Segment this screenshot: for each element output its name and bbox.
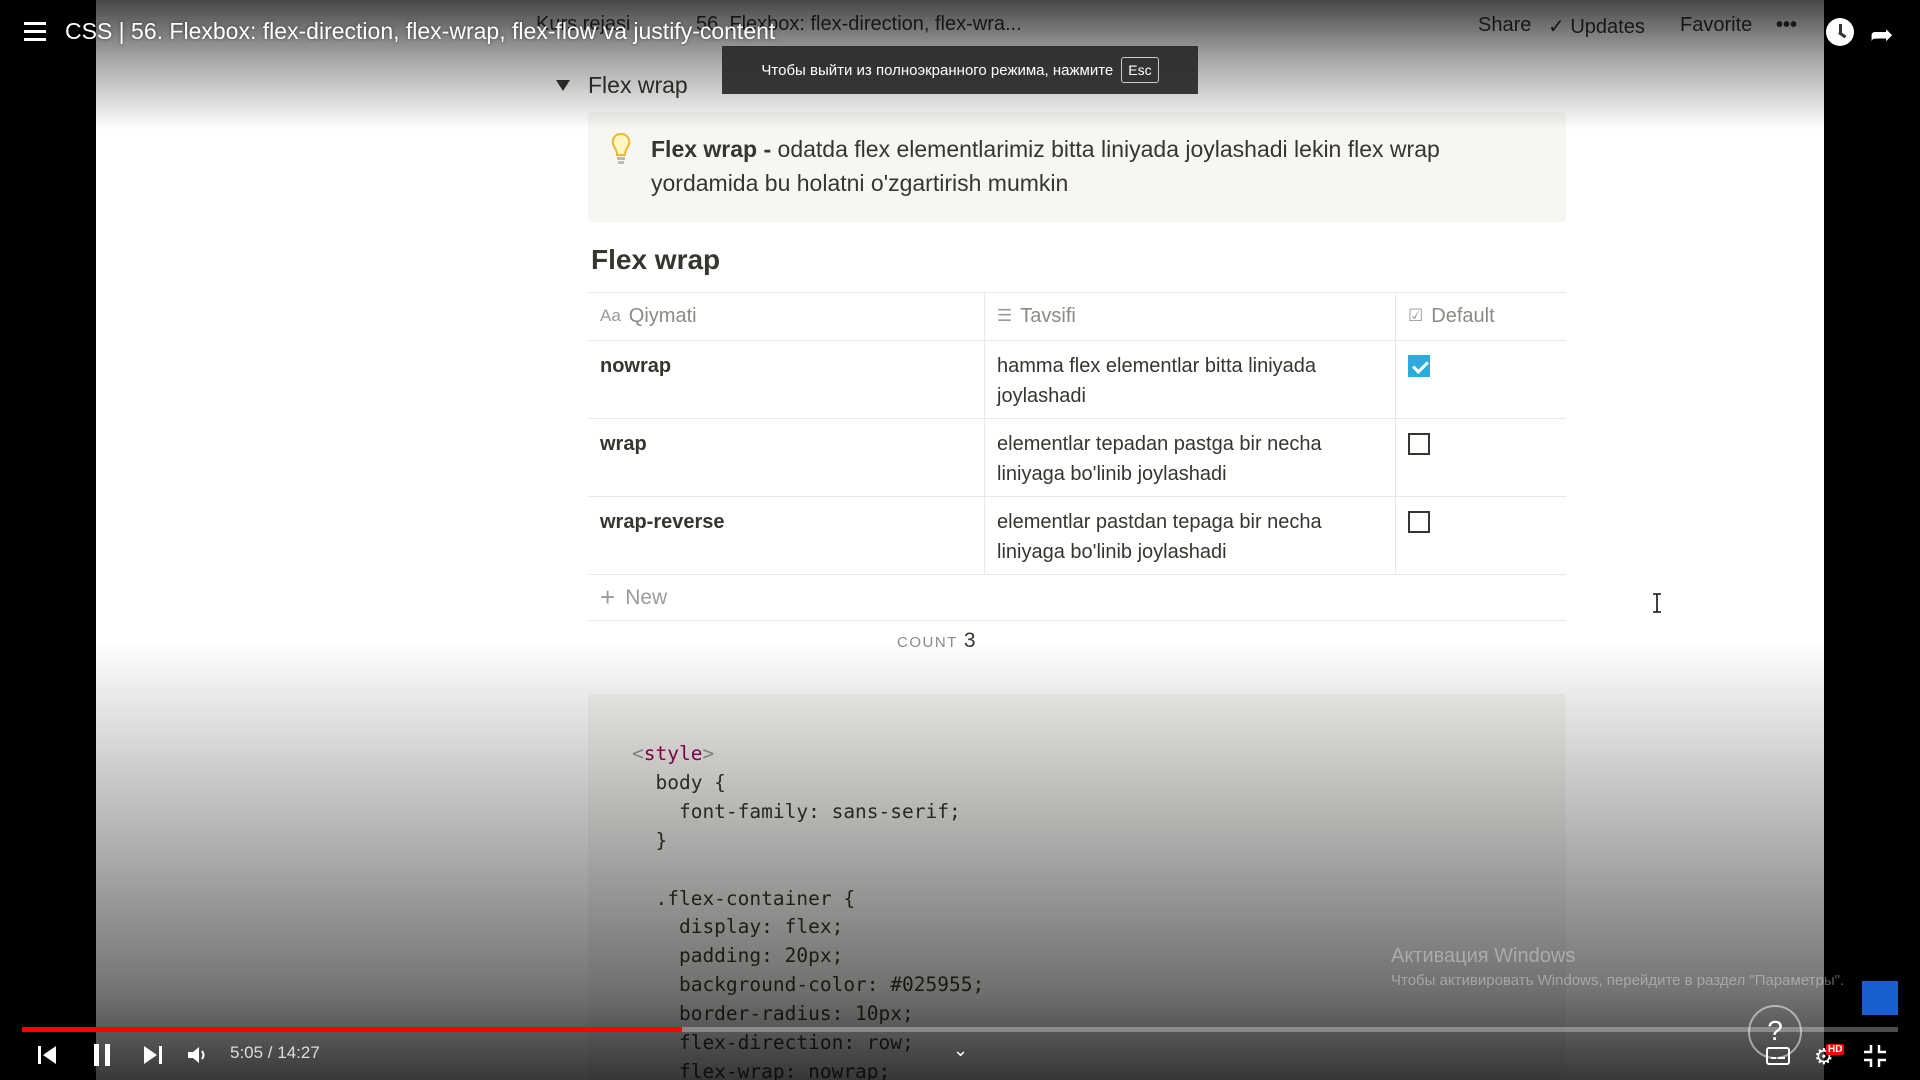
lines-icon: ☰ — [997, 305, 1013, 325]
code-line: background-color: #025955; — [632, 973, 985, 997]
fullscreen-notice-text: Чтобы выйти из полноэкранного режима, на… — [761, 61, 1114, 79]
activation-subtitle: Чтобы активировать Windows, перейдите в … — [1391, 972, 1845, 989]
count-value: 3 — [963, 629, 976, 652]
table-row[interactable]: wrap-reverse elementlar pastdan tepaga b… — [588, 497, 1566, 575]
next-icon[interactable] — [142, 1046, 162, 1064]
more-icon[interactable]: ••• — [1776, 14, 1797, 37]
code-line: body { — [632, 770, 726, 794]
notion-page: Kurs rejasi 56. Flexbox: flex-direction,… — [96, 0, 1824, 1080]
check-icon: ✓ — [1548, 16, 1571, 38]
count-label: COUNT — [897, 634, 958, 651]
checkbox-unchecked[interactable] — [1408, 511, 1430, 533]
database-title[interactable]: Flex wrap — [591, 244, 720, 276]
cell-value[interactable]: wrap-reverse — [588, 497, 985, 574]
code-punct: < — [632, 742, 644, 765]
cell-value[interactable]: nowrap — [588, 341, 985, 418]
windows-activation-watermark: Активация Windows Чтобы активировать Win… — [1391, 945, 1844, 989]
column-label: Default — [1431, 304, 1495, 327]
new-row-button[interactable]: + New — [588, 575, 1566, 621]
code-line: } — [632, 828, 668, 852]
checkbox-checked[interactable] — [1408, 355, 1430, 377]
code-punct: > — [702, 742, 715, 765]
column-header-qiymati[interactable]: Aa Qiymati — [588, 293, 985, 340]
exit-fullscreen-icon[interactable] — [1864, 1045, 1886, 1067]
cell-desc[interactable]: hamma flex elementlar bitta liniyada joy… — [985, 341, 1396, 418]
table-row[interactable]: wrap elementlar tepadan pastga bir necha… — [588, 419, 1566, 497]
code-block[interactable]: <style> body { font-family: sans-serif; … — [588, 694, 1566, 1080]
cell-desc[interactable]: elementlar pastdan tepaga bir necha lini… — [985, 497, 1396, 574]
callout-text: Flex wrap - odatda flex elementlarimiz b… — [651, 132, 1531, 200]
subtitles-icon[interactable] — [1766, 1047, 1790, 1065]
code-line: display: flex; — [632, 915, 844, 939]
callout-bold: Flex wrap - — [651, 136, 772, 162]
code-line: flex-wrap: nowrap; — [632, 1059, 891, 1080]
text-property-icon: Aa — [600, 305, 621, 325]
checkbox-unchecked[interactable] — [1408, 433, 1430, 455]
code-line: border-radius: 10px; — [632, 1002, 914, 1026]
code-line: flex-direction: row; — [632, 1031, 914, 1055]
activation-title: Активация Windows — [1391, 945, 1576, 967]
cell-value[interactable]: wrap — [588, 419, 985, 496]
code-line: font-family: sans-serif; — [632, 799, 961, 823]
esc-key-badge: Esc — [1121, 57, 1159, 83]
updates-button[interactable]: ✓ Updates — [1548, 14, 1645, 39]
count-footer[interactable]: COUNT 3 — [897, 629, 976, 653]
updates-label: Updates — [1570, 16, 1645, 38]
database-table: Aa Qiymati ☰ Tavsifi ☑ Default nowrap hamma… — [588, 292, 1566, 621]
code-line: padding: 20px; — [632, 944, 844, 968]
progress-played — [22, 1027, 683, 1032]
column-label: Tavsifi — [1020, 304, 1076, 327]
tray-app-icon[interactable] — [1862, 981, 1898, 1015]
previous-icon[interactable] — [38, 1046, 58, 1064]
toggle-triangle-icon[interactable] — [556, 80, 570, 91]
column-header-default[interactable]: ☑ Default — [1396, 293, 1566, 340]
column-label: Qiymati — [628, 304, 697, 327]
cell-default[interactable] — [1396, 497, 1566, 574]
watch-later-icon[interactable] — [1826, 18, 1854, 46]
volume-icon[interactable] — [188, 1046, 210, 1064]
text-cursor-icon — [1653, 593, 1661, 613]
cell-default[interactable] — [1396, 419, 1566, 496]
hd-badge: HD — [1826, 1044, 1845, 1055]
favorite-button[interactable]: Favorite — [1680, 14, 1752, 37]
lightbulb-icon — [611, 132, 631, 164]
plus-icon: + — [600, 582, 616, 612]
callout-block: Flex wrap - odatda flex elementlarimiz b… — [588, 112, 1566, 222]
table-header: Aa Qiymati ☰ Tavsifi ☑ Default — [588, 292, 1566, 341]
column-header-tavsifi[interactable]: ☰ Tavsifi — [985, 293, 1396, 340]
chevron-down-icon[interactable]: ⌄ — [953, 1040, 968, 1061]
cell-desc[interactable]: elementlar tepadan pastga bir necha lini… — [985, 419, 1396, 496]
share-arrow-icon[interactable]: ➦ — [1870, 18, 1893, 51]
time-display: 5:05 / 14:27 — [230, 1043, 320, 1062]
progress-bar[interactable] — [22, 1027, 1898, 1032]
code-line: .flex-container { — [632, 886, 856, 910]
pause-icon[interactable] — [92, 1044, 112, 1066]
toggle-label: Flex wrap — [588, 72, 688, 98]
cell-default[interactable] — [1396, 341, 1566, 418]
checkbox-property-icon: ☑ — [1408, 305, 1424, 325]
toggle-block[interactable]: Flex wrap — [556, 72, 688, 99]
video-title[interactable]: CSS | 56. Flexbox: flex-direction, flex-… — [65, 18, 775, 45]
new-label: New — [625, 585, 668, 609]
settings-icon[interactable]: ⚙ HD — [1814, 1044, 1846, 1069]
table-row[interactable]: nowrap hamma flex elementlar bitta liniy… — [588, 341, 1566, 419]
playlist-menu-icon[interactable] — [24, 22, 46, 46]
code-tag: style — [643, 742, 703, 765]
fullscreen-notice: Чтобы выйти из полноэкранного режима, на… — [722, 46, 1198, 94]
share-button[interactable]: Share — [1478, 14, 1531, 37]
